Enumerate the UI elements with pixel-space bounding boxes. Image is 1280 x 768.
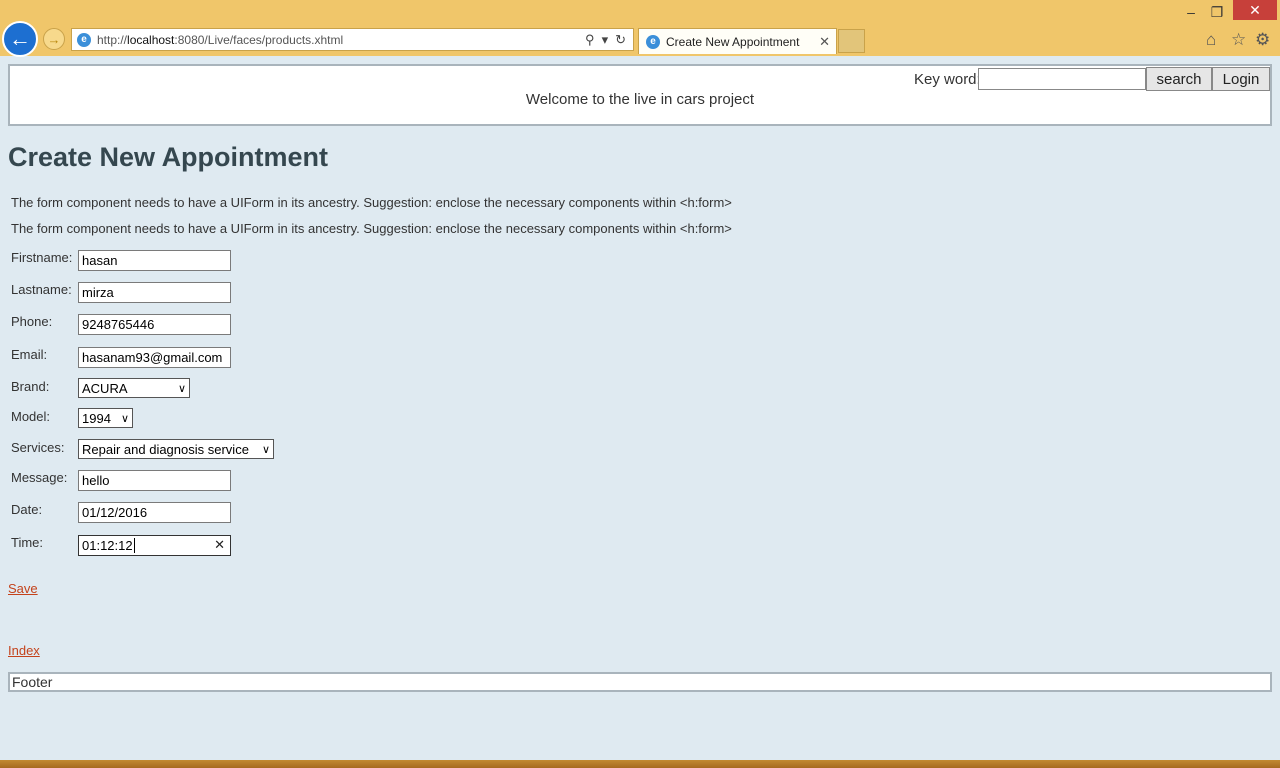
- refresh-icon[interactable]: ↻: [615, 32, 626, 48]
- message-label: Message:: [11, 470, 68, 485]
- close-window-icon[interactable]: ✕: [1233, 0, 1277, 20]
- index-link[interactable]: Index: [8, 643, 40, 658]
- clear-icon[interactable]: ✕: [214, 537, 225, 553]
- favorites-star-icon[interactable]: ☆: [1231, 30, 1246, 50]
- save-link[interactable]: Save: [8, 581, 38, 596]
- services-label: Services:: [11, 440, 65, 455]
- forward-arrow-icon[interactable]: →: [43, 28, 65, 50]
- phone-field[interactable]: 9248765446: [78, 314, 231, 335]
- time-field[interactable]: 01:12:12 ✕: [78, 535, 231, 556]
- minimize-icon[interactable]: –: [1183, 2, 1199, 22]
- login-button[interactable]: Login: [1212, 67, 1270, 91]
- back-arrow-icon[interactable]: ←: [2, 21, 38, 57]
- date-field[interactable]: 01/12/2016: [78, 502, 231, 523]
- brand-label: Brand:: [11, 379, 50, 394]
- message-field[interactable]: hello: [78, 470, 231, 491]
- error-message: The form component needs to have a UIFor…: [11, 221, 732, 236]
- brand-select[interactable]: ACURA ∨: [78, 378, 190, 398]
- restore-icon[interactable]: ❐: [1209, 2, 1225, 22]
- new-tab-button[interactable]: [838, 29, 865, 53]
- tab-create-new-appointment[interactable]: e Create New Appointment ✕: [638, 28, 837, 54]
- ie-logo-icon: e: [77, 32, 91, 47]
- close-tab-icon[interactable]: ✕: [819, 34, 830, 50]
- browser-chrome: ← → e http://localhost:8080/Live/faces/p…: [0, 0, 1280, 57]
- url-text[interactable]: http://localhost:8080/Live/faces/product…: [97, 33, 585, 47]
- settings-gear-icon[interactable]: ⚙: [1255, 30, 1270, 50]
- phone-label: Phone:: [11, 314, 53, 329]
- time-label: Time:: [11, 535, 44, 550]
- site-header: Key word: search Login Welcome to the li…: [8, 64, 1272, 126]
- chevron-down-icon: ∨: [120, 412, 129, 425]
- search-icon[interactable]: ⚲: [585, 32, 595, 48]
- footer: Footer: [8, 672, 1272, 692]
- keyword-label: Key word:: [914, 71, 981, 88]
- chevron-down-icon: ∨: [261, 443, 270, 456]
- services-select[interactable]: Repair and diagnosis service ∨: [78, 439, 274, 459]
- tab-title: Create New Appointment: [666, 34, 800, 49]
- services-selected-value: Repair and diagnosis service: [82, 441, 249, 457]
- ie-logo-icon: e: [646, 34, 660, 49]
- model-selected-value: 1994: [82, 410, 111, 426]
- taskbar: [0, 760, 1280, 768]
- email-label: Email:: [11, 347, 48, 362]
- model-select[interactable]: 1994 ∨: [78, 408, 133, 428]
- firstname-field[interactable]: hasan: [78, 250, 231, 271]
- welcome-text: Welcome to the live in cars project: [525, 91, 755, 108]
- lastname-label: Lastname:: [11, 282, 72, 297]
- search-button[interactable]: search: [1146, 67, 1212, 91]
- firstname-label: Firstname:: [11, 250, 73, 265]
- address-bar[interactable]: e http://localhost:8080/Live/faces/produ…: [71, 28, 634, 51]
- time-value: 01:12:12: [82, 538, 133, 553]
- date-label: Date:: [11, 502, 43, 517]
- home-icon[interactable]: ⌂: [1206, 30, 1216, 50]
- chevron-down-icon: ∨: [177, 382, 186, 395]
- lastname-field[interactable]: mirza: [78, 282, 231, 303]
- model-label: Model:: [11, 409, 51, 424]
- error-message: The form component needs to have a UIFor…: [11, 195, 732, 210]
- email-field[interactable]: hasanam93@gmail.com: [78, 347, 231, 368]
- brand-selected-value: ACURA: [82, 380, 128, 396]
- page-title: Create New Appointment: [8, 142, 329, 172]
- dropdown-icon[interactable]: ▾: [602, 32, 609, 48]
- keyword-search-input[interactable]: [978, 68, 1146, 90]
